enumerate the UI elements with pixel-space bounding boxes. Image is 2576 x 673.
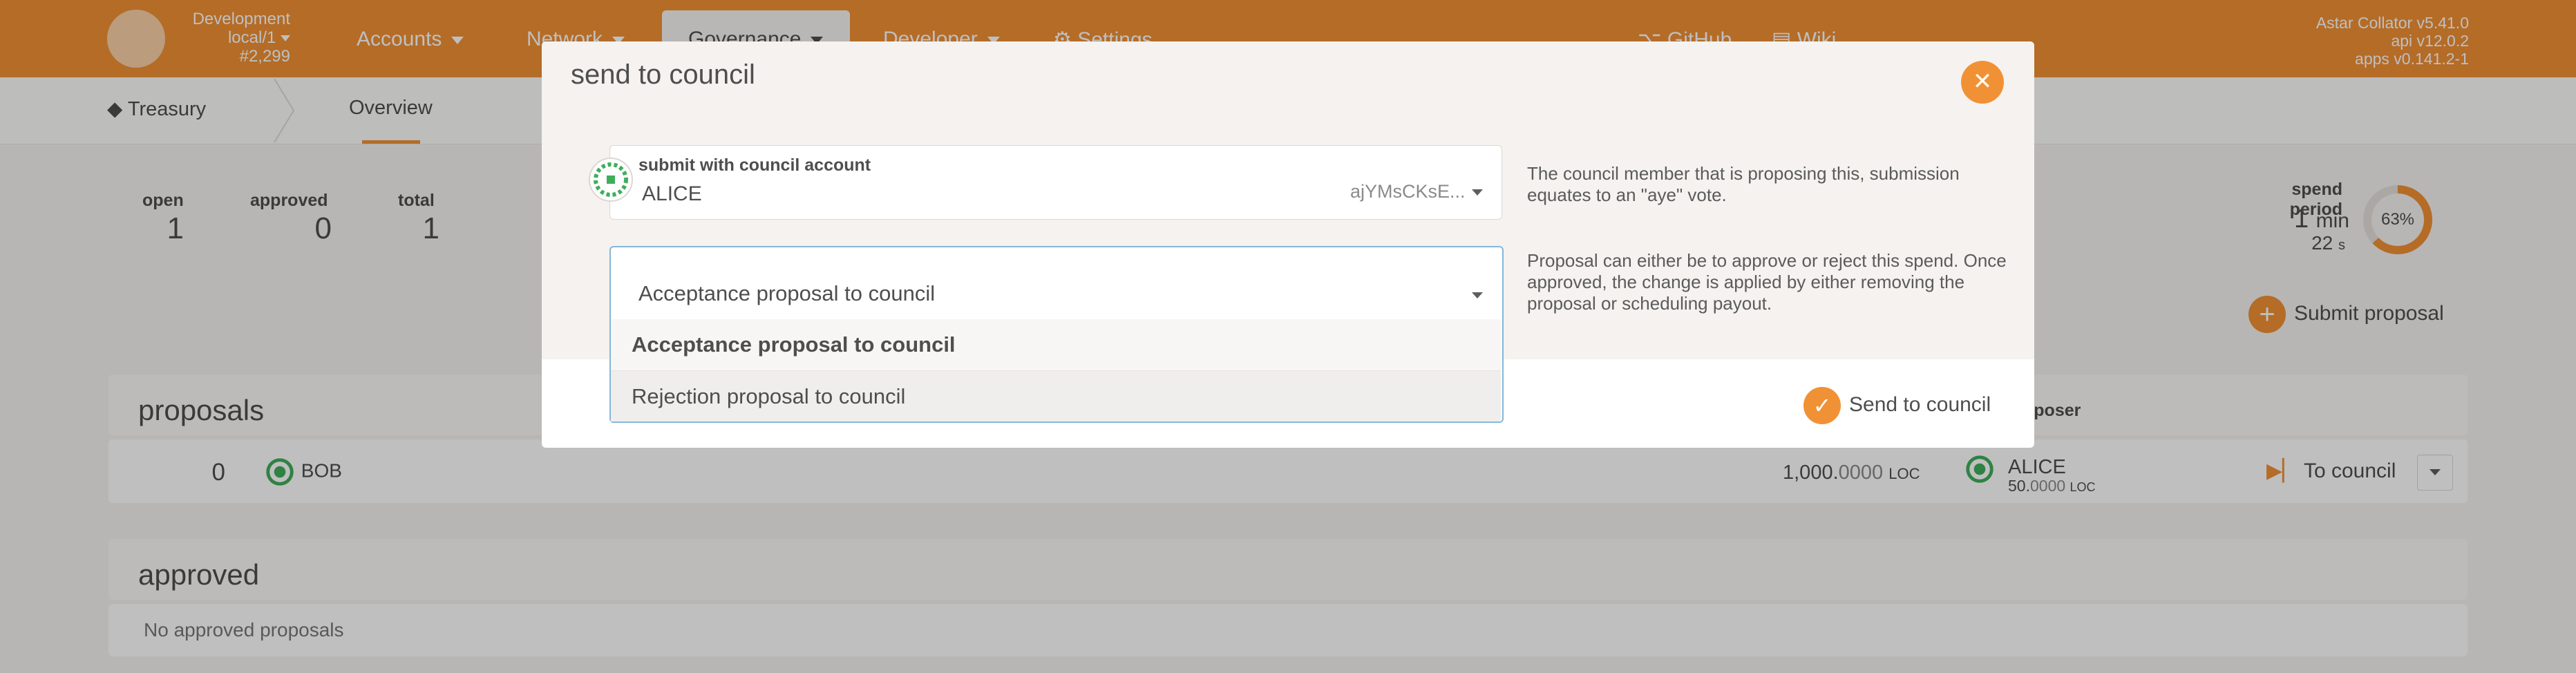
option-acceptance[interactable]: Acceptance proposal to council (611, 319, 1501, 370)
modal-title: send to council (571, 59, 755, 90)
account-help-text: The council member that is proposing thi… (1527, 163, 1960, 205)
account-identicon (589, 158, 633, 202)
account-name: ALICE (642, 182, 702, 205)
send-to-council-modal: send to council ✕ submit with council ac… (542, 41, 2034, 448)
account-label: submit with council account (638, 155, 871, 175)
account-address: ajYMsCKsE... (1350, 181, 1466, 202)
proposal-type-value: Acceptance proposal to council (638, 281, 936, 305)
chevron-down-icon (1472, 292, 1483, 298)
send-to-council-button[interactable]: ✓ Send to council (1803, 387, 1991, 424)
chevron-down-icon (1472, 189, 1483, 196)
close-icon: ✕ (1972, 68, 1993, 95)
option-rejection[interactable]: Rejection proposal to council (611, 370, 1501, 421)
proposal-help-text: Proposal can either be to approve or rej… (1527, 250, 2007, 314)
check-icon: ✓ (1803, 387, 1841, 424)
identicon-icon (594, 162, 628, 197)
close-button[interactable]: ✕ (1961, 61, 2004, 104)
